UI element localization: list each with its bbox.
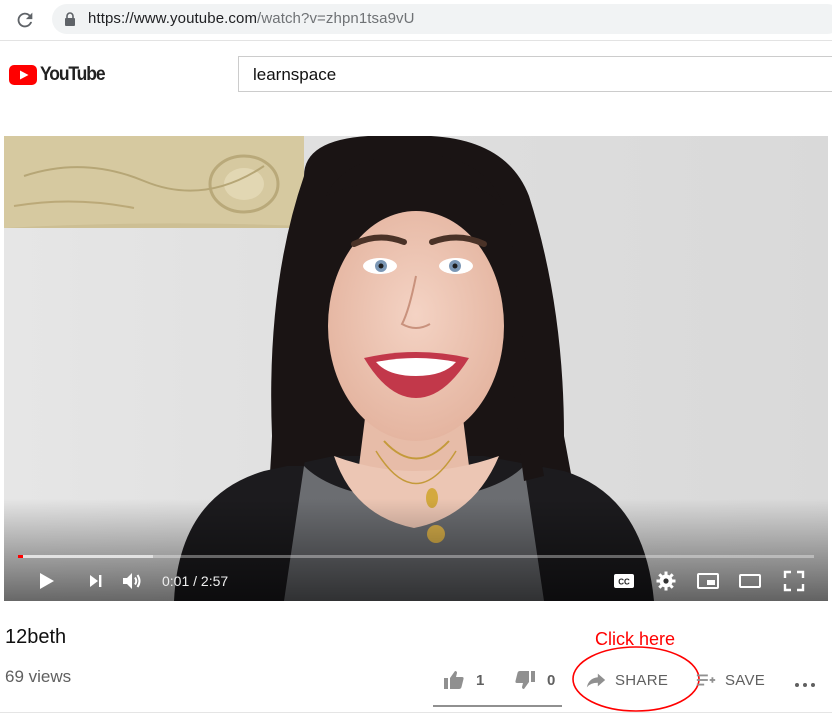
youtube-logo[interactable]: YouTube <box>9 64 110 85</box>
thumbs-down-icon <box>515 671 535 689</box>
volume-icon[interactable] <box>120 569 144 593</box>
search-query-text[interactable]: learnspace <box>253 65 336 85</box>
progress-bar[interactable] <box>18 555 814 558</box>
thumbs-up-icon <box>444 671 464 689</box>
address-bar[interactable]: https://www.youtube.com/watch?v=zhpn1tsa… <box>52 4 832 34</box>
progress-buffered <box>18 555 153 558</box>
settings-icon[interactable] <box>654 569 678 593</box>
dislike-button[interactable]: 0 <box>513 668 555 692</box>
save-playlist-icon <box>696 674 716 686</box>
share-button[interactable]: SHARE <box>585 668 668 692</box>
youtube-play-logo-icon <box>9 65 37 85</box>
video-player[interactable]: 0:01 / 2:57 CC <box>4 136 828 601</box>
theater-mode-icon[interactable] <box>738 569 762 593</box>
like-button[interactable]: 1 <box>442 668 484 692</box>
url-text[interactable]: https://www.youtube.com/watch?v=zhpn1tsa… <box>88 10 415 27</box>
youtube-masthead: YouTube learnspace <box>0 41 832 107</box>
youtube-logo-text: YouTube <box>40 64 106 85</box>
video-frame[interactable] <box>4 136 828 601</box>
progress-played <box>18 555 23 558</box>
save-label: SAVE <box>725 671 766 689</box>
captions-icon[interactable]: CC <box>612 569 636 593</box>
reload-icon[interactable] <box>14 9 36 31</box>
share-arrow-icon <box>586 673 606 688</box>
play-icon[interactable] <box>34 569 58 593</box>
time-display: 0:01 / 2:57 <box>162 573 229 589</box>
player-controls: 0:01 / 2:57 CC <box>4 566 828 596</box>
miniplayer-icon[interactable] <box>696 569 720 593</box>
url-host: https://www.youtube.com <box>88 10 258 27</box>
save-button[interactable]: SAVE <box>695 668 765 692</box>
more-actions-button[interactable] <box>793 673 817 697</box>
search-input[interactable]: learnspace <box>238 56 832 92</box>
video-title: 12beth <box>5 626 67 648</box>
next-icon[interactable] <box>84 569 108 593</box>
svg-text:CC: CC <box>618 578 630 587</box>
dislike-count: 0 <box>547 671 556 689</box>
like-count: 1 <box>476 671 485 689</box>
more-actions-icon <box>795 683 815 687</box>
share-label: SHARE <box>615 671 669 689</box>
browser-toolbar: https://www.youtube.com/watch?v=zhpn1tsa… <box>0 0 832 41</box>
lock-icon <box>65 12 75 26</box>
view-count: 69 views <box>5 667 72 686</box>
url-path: /watch?v=zhpn1tsa9vU <box>257 10 415 27</box>
fullscreen-icon[interactable] <box>782 569 806 593</box>
like-dislike-ratio-bar <box>433 705 562 707</box>
